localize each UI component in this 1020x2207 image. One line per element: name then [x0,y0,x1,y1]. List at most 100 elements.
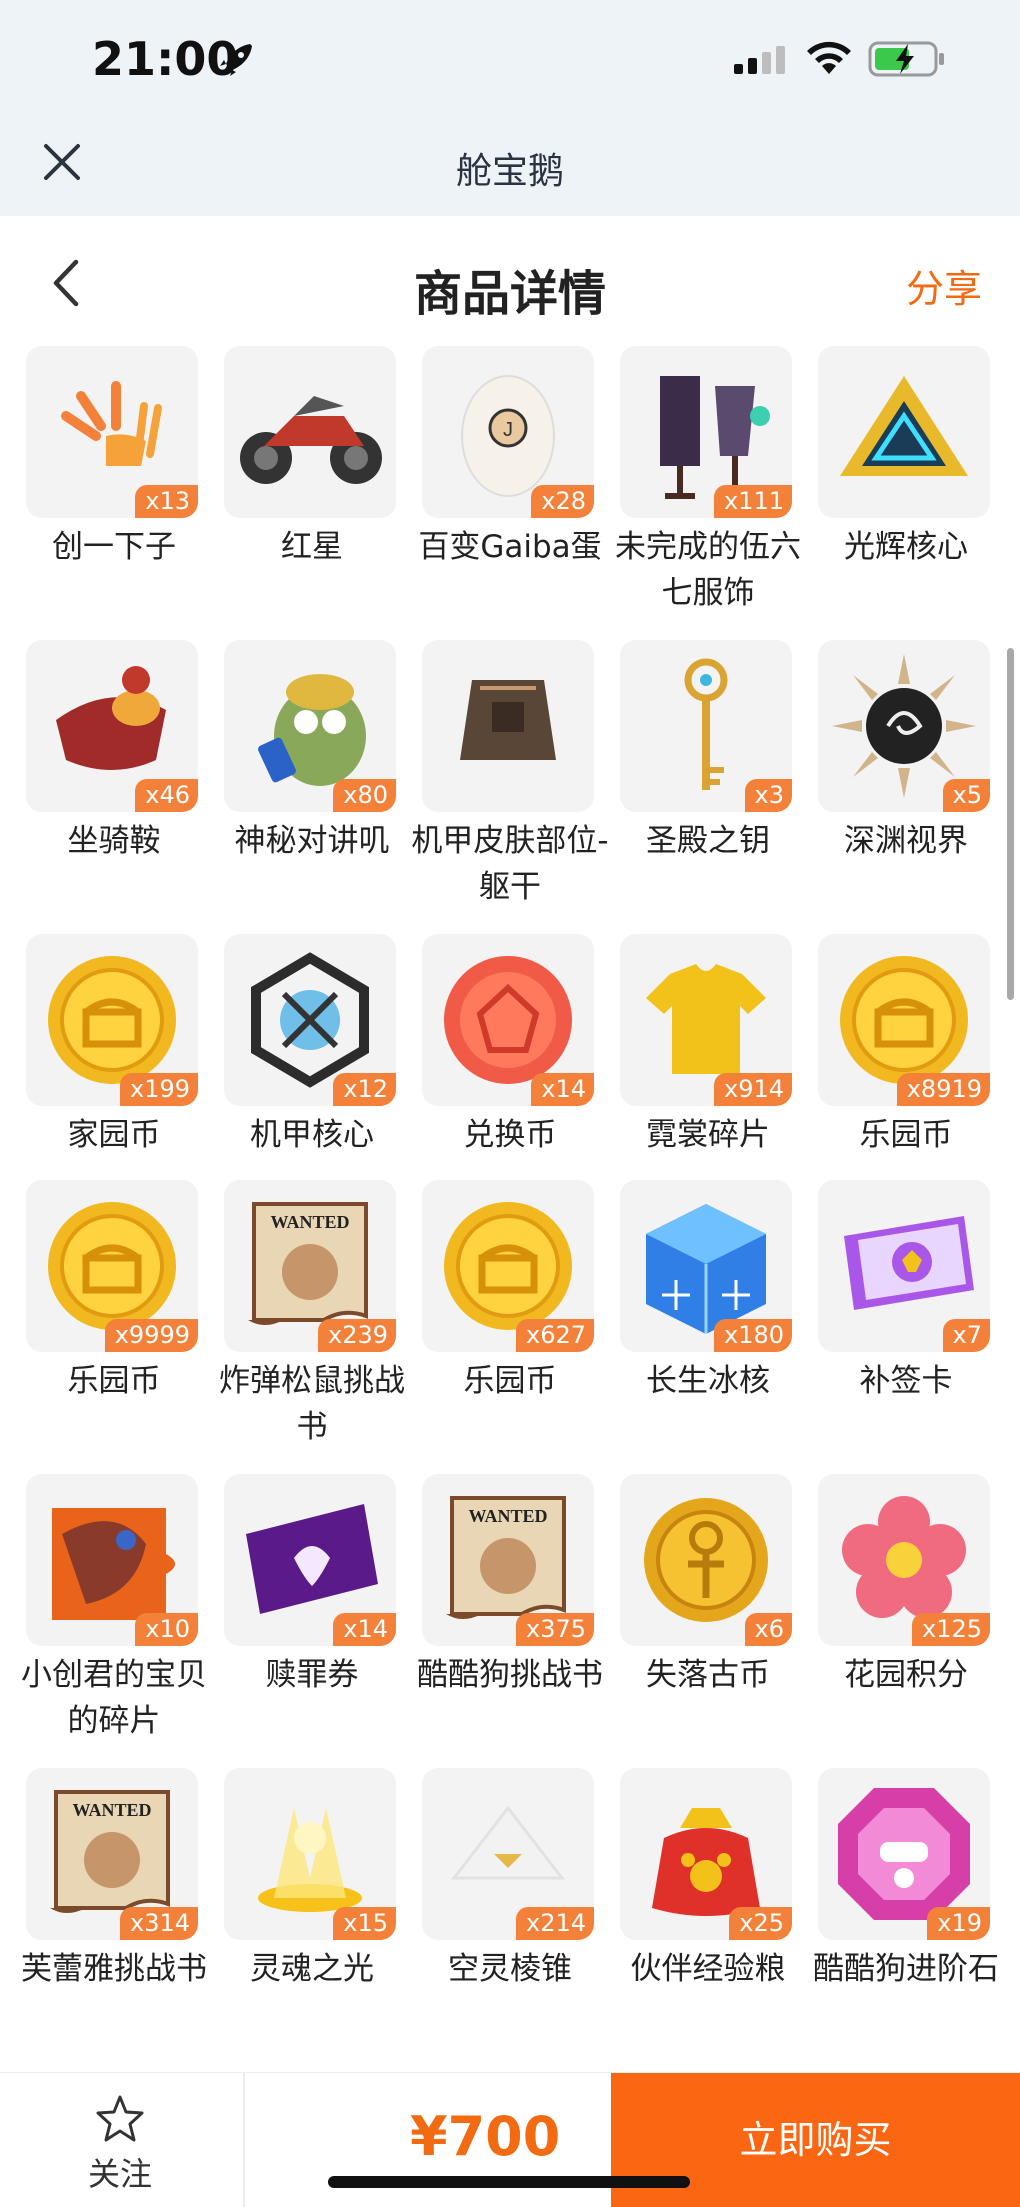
item-name: 深渊视界 [844,823,968,859]
item-image: x15 [224,1768,396,1940]
item-image: x7 [818,1180,990,1352]
item-image: x14 [224,1474,396,1646]
item-image: x214 [422,1768,594,1940]
item-name: 百变Gaiba蛋 [418,529,602,565]
item-name: 小创君的宝贝的碎片 [21,1657,207,1739]
rocket-icon [220,44,252,76]
page-header: 商品详情 分享 [0,216,1020,346]
item-image: Jx28 [422,346,594,518]
signal-icon [734,46,785,74]
wifi-icon [807,41,851,74]
item-count-badge: x3 [744,779,792,812]
svg-text:WANTED: WANTED [270,1212,349,1232]
item-count-badge: x12 [333,1073,396,1106]
item-image: x627 [422,1180,594,1352]
divider [243,2073,245,2207]
app-title: 舱宝鹅 [455,151,564,192]
item-name: 酷酷狗进阶石 [813,1951,999,1987]
item-image [224,346,396,518]
item-name: 创一下子 [52,529,176,565]
item-count-badge: x314 [119,1907,198,1940]
item-count-badge: x5 [942,779,990,812]
item-name: 坐骑鞍 [67,823,161,859]
item-name: 伙伴经验粮 [630,1951,786,1987]
item-count-badge: x46 [135,779,198,812]
item-name: 圣殿之钥 [646,823,770,859]
item-name: 炸弹松鼠挑战书 [219,1363,405,1445]
item-count-badge: x375 [515,1613,594,1646]
item-name: 光辉核心 [844,529,968,565]
item-image: x46 [26,640,198,812]
item-image: x5 [818,640,990,812]
item-image: x3 [620,640,792,812]
item-image: x199 [26,934,198,1106]
price-label: ¥700 [410,2105,561,2168]
app-title-bar: 舱宝鹅 [0,120,1020,216]
item-count-badge: x13 [135,485,198,518]
item-image: x80 [224,640,396,812]
item-image: WANTED x239 [224,1180,396,1352]
item-count-badge: x9999 [104,1319,198,1352]
item-name: 花园积分 [844,1657,968,1693]
home-indicator [328,2176,690,2188]
svg-text:WANTED: WANTED [468,1506,547,1526]
item-name: 神秘对讲叽 [234,823,390,859]
item-name: 家园币 [67,1117,161,1153]
item-name: 乐园币 [859,1117,953,1153]
item-name: 兑换币 [463,1117,557,1153]
item-count-badge: x8919 [896,1073,990,1106]
follow-label: 关注 [87,2155,152,2193]
status-bar: 21:00 [0,0,1020,120]
item-count-badge: x28 [531,485,594,518]
item-image: x6 [620,1474,792,1646]
item-grid: x13 创一下子 红星 Jx28 百变Gaiba蛋 x111 未完成的伍六七服饰 光辉核心 x4… [0,346,1020,2072]
item-count-badge: x199 [119,1073,198,1106]
svg-text:J: J [503,419,513,441]
item-image: x12 [224,934,396,1106]
item-image: WANTED x375 [422,1474,594,1646]
item-image: x125 [818,1474,990,1646]
item-image [422,640,594,812]
item-count-badge: x7 [942,1319,990,1352]
item-name: 乐园币 [67,1363,161,1399]
item-name: 霓裳碎片 [646,1117,770,1153]
item-image [818,346,990,518]
battery-charging-icon [868,41,944,77]
item-count-badge: x914 [713,1073,792,1106]
item-name: 失落古币 [646,1657,770,1693]
item-count-badge: x214 [515,1907,594,1940]
item-count-badge: x19 [927,1907,990,1940]
item-image: x914 [620,934,792,1106]
item-name: 乐园币 [463,1363,557,1399]
item-count-badge: x14 [333,1613,396,1646]
scrollbar[interactable] [1007,648,1014,1000]
motorcycle-icon [240,396,382,484]
item-name: 酷酷狗挑战书 [417,1657,603,1693]
item-image: x25 [620,1768,792,1940]
item-name: 补签卡 [859,1363,953,1399]
item-name: 机甲核心 [250,1117,374,1153]
item-count-badge: x180 [713,1319,792,1352]
item-count-badge: x627 [515,1319,594,1352]
item-count-badge: x239 [317,1319,396,1352]
star-icon [96,2095,144,2142]
item-count-badge: x111 [713,485,792,518]
item-name: 红星 [281,529,343,565]
share-button[interactable]: 分享 [906,258,982,313]
item-name: 芙蕾雅挑战书 [21,1951,207,1987]
follow-button[interactable]: 关注 [70,2093,170,2195]
svg-text:WANTED: WANTED [72,1800,151,1820]
item-image: WANTED x314 [26,1768,198,1940]
item-count-badge: x10 [135,1613,198,1646]
item-name: 灵魂之光 [250,1951,374,1987]
item-name: 机甲皮肤部位-躯干 [411,823,609,905]
triangle-core-icon [840,376,968,476]
item-count-badge: x14 [531,1073,594,1106]
item-image: x111 [620,346,792,518]
page-title: 商品详情 [413,266,606,322]
item-count-badge: x15 [333,1907,396,1940]
item-image: x13 [26,346,198,518]
mech-torso-icon [460,680,556,760]
item-name: 长生冰核 [646,1363,770,1399]
item-count-badge: x6 [744,1613,792,1646]
